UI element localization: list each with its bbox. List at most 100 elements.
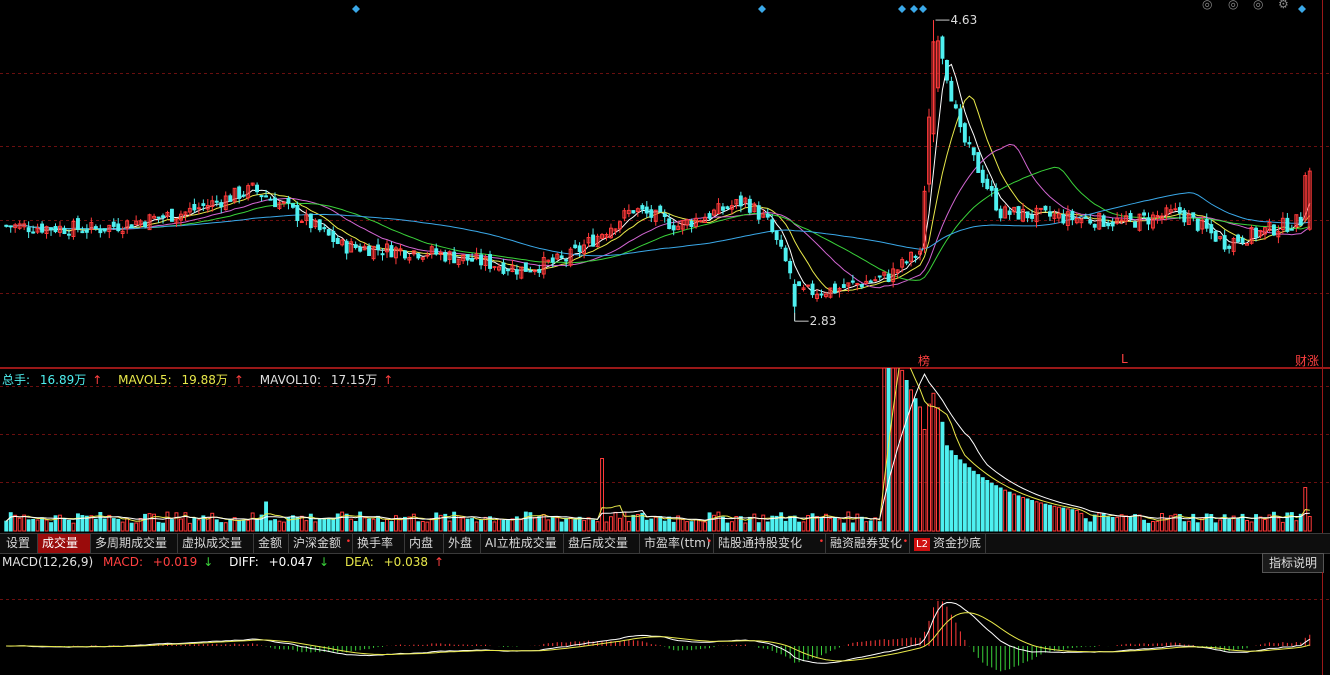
volume-panel[interactable] bbox=[0, 368, 1330, 533]
volume-bar bbox=[425, 521, 430, 532]
tab-10[interactable]: 盘后成交量 bbox=[564, 534, 640, 553]
volume-bar bbox=[277, 520, 282, 532]
candle-body bbox=[161, 215, 166, 218]
tab-9[interactable]: AI立桩成交量 bbox=[481, 534, 564, 553]
candle-body bbox=[1088, 220, 1093, 224]
volume-bar bbox=[1307, 516, 1312, 532]
candle-body bbox=[550, 257, 555, 263]
volume-bar bbox=[1057, 506, 1061, 532]
volume-bar bbox=[479, 519, 484, 532]
l-marker[interactable]: L bbox=[1121, 352, 1128, 366]
volume-bar bbox=[573, 518, 578, 532]
volume-bar bbox=[689, 521, 694, 532]
volume-bar bbox=[635, 514, 640, 532]
tab-6[interactable]: 换手率 bbox=[353, 534, 405, 553]
volume-bar bbox=[658, 516, 663, 532]
tab-1[interactable]: 成交量 bbox=[38, 534, 91, 553]
candle-body bbox=[940, 36, 945, 59]
volume-bar bbox=[1070, 509, 1075, 532]
candle-body bbox=[1048, 211, 1052, 217]
candle-body bbox=[1285, 217, 1290, 232]
tab-12[interactable]: 陆股通持股变化 • bbox=[714, 534, 826, 553]
indicator-help-button[interactable]: 指标说明 bbox=[1261, 553, 1324, 573]
finance-marker[interactable]: 财涨 bbox=[1295, 352, 1319, 369]
volume-bar bbox=[1133, 514, 1137, 532]
volume-bar bbox=[416, 521, 421, 532]
tab-0[interactable]: 设置 bbox=[2, 534, 38, 553]
volume-bar bbox=[1195, 522, 1200, 532]
stock-chart[interactable]: ◎ ◎ ◎ ⚙ 4.63 2.83 榜 L 财涨 总手: 16.89万 ↑ MAVO… bbox=[0, 0, 1330, 675]
candle-body bbox=[523, 262, 528, 272]
candle-body bbox=[658, 205, 663, 213]
candle-body bbox=[331, 230, 336, 242]
volume-bar bbox=[523, 511, 528, 532]
volume-bar bbox=[67, 519, 71, 532]
macd-panel[interactable] bbox=[0, 572, 1330, 675]
volume-bar bbox=[743, 522, 748, 532]
mavol10-line bbox=[5, 373, 1310, 522]
candle-body bbox=[389, 245, 394, 258]
volume-bar bbox=[1092, 514, 1097, 532]
event-diamond-icon bbox=[919, 5, 927, 13]
candle-body bbox=[1195, 218, 1200, 231]
candle-body bbox=[998, 208, 1003, 219]
volume-bar bbox=[398, 518, 403, 532]
candle-body bbox=[770, 219, 775, 233]
volume-bar bbox=[1074, 509, 1079, 532]
candle-body bbox=[403, 250, 407, 259]
high-price-label: 4.63 bbox=[950, 13, 977, 27]
ma10-line bbox=[6, 95, 1311, 293]
candle-body bbox=[452, 251, 457, 264]
candle-body bbox=[958, 108, 963, 128]
tab-3[interactable]: 虚拟成交量 bbox=[178, 534, 254, 553]
tab-2[interactable]: 多周期成交量 bbox=[91, 534, 178, 553]
candle-body bbox=[913, 255, 918, 258]
volume-bar bbox=[13, 514, 18, 532]
finance-marker-label: 财 bbox=[1295, 354, 1308, 368]
candle-body bbox=[4, 224, 9, 227]
volume-bar bbox=[143, 513, 148, 532]
tab-4[interactable]: 金额 bbox=[254, 534, 289, 553]
candle-body bbox=[492, 266, 497, 269]
volume-bar bbox=[779, 512, 784, 532]
tab-8[interactable]: 外盘 bbox=[444, 534, 481, 553]
candle-body bbox=[1222, 235, 1227, 250]
volume-bar bbox=[792, 515, 797, 532]
volume-bar bbox=[940, 421, 945, 532]
tab-5[interactable]: 沪深金额 • bbox=[289, 534, 353, 553]
volume-bar bbox=[1110, 517, 1115, 532]
candle-body bbox=[783, 247, 788, 262]
candle-body bbox=[1007, 210, 1012, 215]
tab-14[interactable]: L2 资金抄底 bbox=[910, 534, 986, 553]
candle-body bbox=[308, 213, 313, 229]
candle-body bbox=[425, 254, 430, 257]
volume-bar bbox=[129, 522, 134, 532]
candle-body bbox=[1110, 221, 1115, 227]
tab-11[interactable]: 市盈率(ttm) • bbox=[640, 534, 714, 553]
volume-bar bbox=[1115, 516, 1120, 532]
tab-label: 市盈率(ttm) bbox=[644, 536, 711, 550]
volume-bar bbox=[1276, 517, 1281, 532]
candle-body bbox=[291, 203, 295, 208]
candle-body bbox=[465, 254, 470, 261]
candle-body bbox=[792, 283, 797, 307]
volume-bar bbox=[850, 522, 855, 532]
tab-7[interactable]: 内盘 bbox=[405, 534, 444, 553]
candle-body bbox=[797, 281, 801, 287]
tab-dot-icon: • bbox=[706, 537, 712, 547]
price-panel[interactable]: 4.63 2.83 bbox=[0, 0, 1330, 368]
volume-bar bbox=[376, 515, 381, 532]
volume-bar bbox=[873, 517, 878, 532]
volume-bar bbox=[927, 403, 931, 532]
volume-bar bbox=[35, 519, 40, 532]
candle-body bbox=[31, 231, 36, 234]
candle-body bbox=[84, 229, 89, 233]
candle-body bbox=[559, 255, 564, 259]
tab-13[interactable]: 融资融券变化 • bbox=[826, 534, 910, 553]
candle-body bbox=[1092, 223, 1097, 228]
diff-line bbox=[6, 601, 1311, 664]
volume-bar bbox=[801, 521, 806, 532]
billboard-marker[interactable]: 榜 bbox=[918, 352, 930, 369]
volume-bar bbox=[877, 521, 882, 532]
volume-bar bbox=[841, 522, 846, 532]
